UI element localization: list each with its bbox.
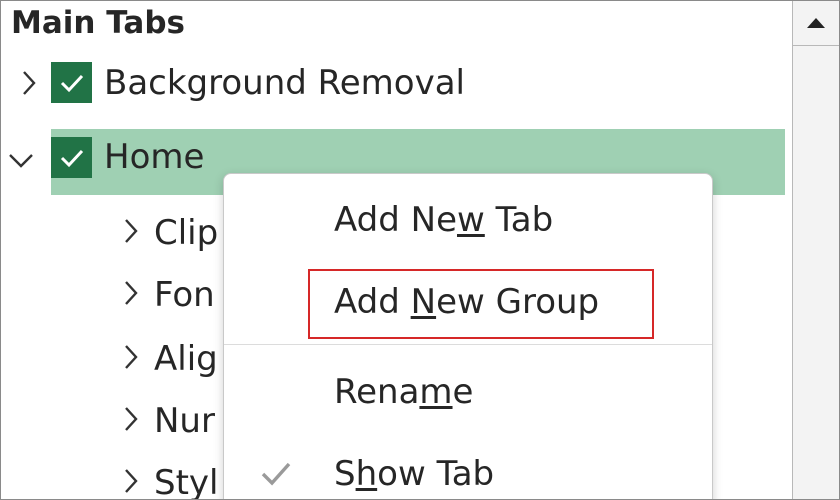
checkmark-icon <box>261 462 291 486</box>
checkmark-icon <box>60 149 83 167</box>
menu-accelerator: w <box>456 200 485 240</box>
tree-item-label: Background Removal <box>104 63 465 103</box>
checkbox-background-removal[interactable] <box>51 62 92 103</box>
chevron-right-icon[interactable] <box>117 397 145 441</box>
panel-title: Main Tabs <box>11 5 185 41</box>
chevron-right-icon[interactable] <box>117 459 145 499</box>
checkbox-home[interactable] <box>51 137 92 178</box>
menu-label-text: e <box>452 372 474 412</box>
tree-item-background-removal[interactable]: Background Removal <box>1 59 781 109</box>
tree-item-label: Home <box>104 137 205 177</box>
menu-label-text: Add Ne <box>334 200 457 240</box>
chevron-right-icon[interactable] <box>15 61 43 105</box>
vertical-scrollbar[interactable] <box>792 1 839 499</box>
menu-label-text: ow Tab <box>377 454 495 494</box>
customize-ribbon-panel: Main Tabs Background Removal Home Clip F… <box>0 0 840 500</box>
menu-label-text: S <box>334 454 356 494</box>
triangle-up-icon <box>807 18 825 28</box>
chevron-down-icon[interactable] <box>7 139 35 183</box>
tree-child-label: Styl <box>154 463 219 500</box>
chevron-right-icon[interactable] <box>117 335 145 379</box>
menu-accelerator: h <box>355 454 378 494</box>
menu-item-add-new-tab[interactable]: Add New Tab <box>224 188 712 252</box>
chevron-right-icon[interactable] <box>117 209 145 253</box>
menu-separator <box>224 344 712 345</box>
chevron-right-icon[interactable] <box>117 271 145 315</box>
menu-item-show-tab[interactable]: Show Tab <box>224 442 712 499</box>
scroll-up-button[interactable] <box>793 1 839 46</box>
tree-child-label: Clip <box>154 213 219 253</box>
tree-child-label: Alig <box>154 339 218 379</box>
menu-item-rename[interactable]: Rename <box>224 360 712 424</box>
tree-child-label: Nur <box>154 401 215 441</box>
checkmark-icon <box>60 74 83 92</box>
menu-label-text: Rena <box>334 372 420 412</box>
tree-child-label: Fon <box>154 275 215 315</box>
highlight-box <box>308 269 654 339</box>
menu-label-text: Tab <box>484 200 554 240</box>
menu-accelerator: m <box>419 372 453 412</box>
